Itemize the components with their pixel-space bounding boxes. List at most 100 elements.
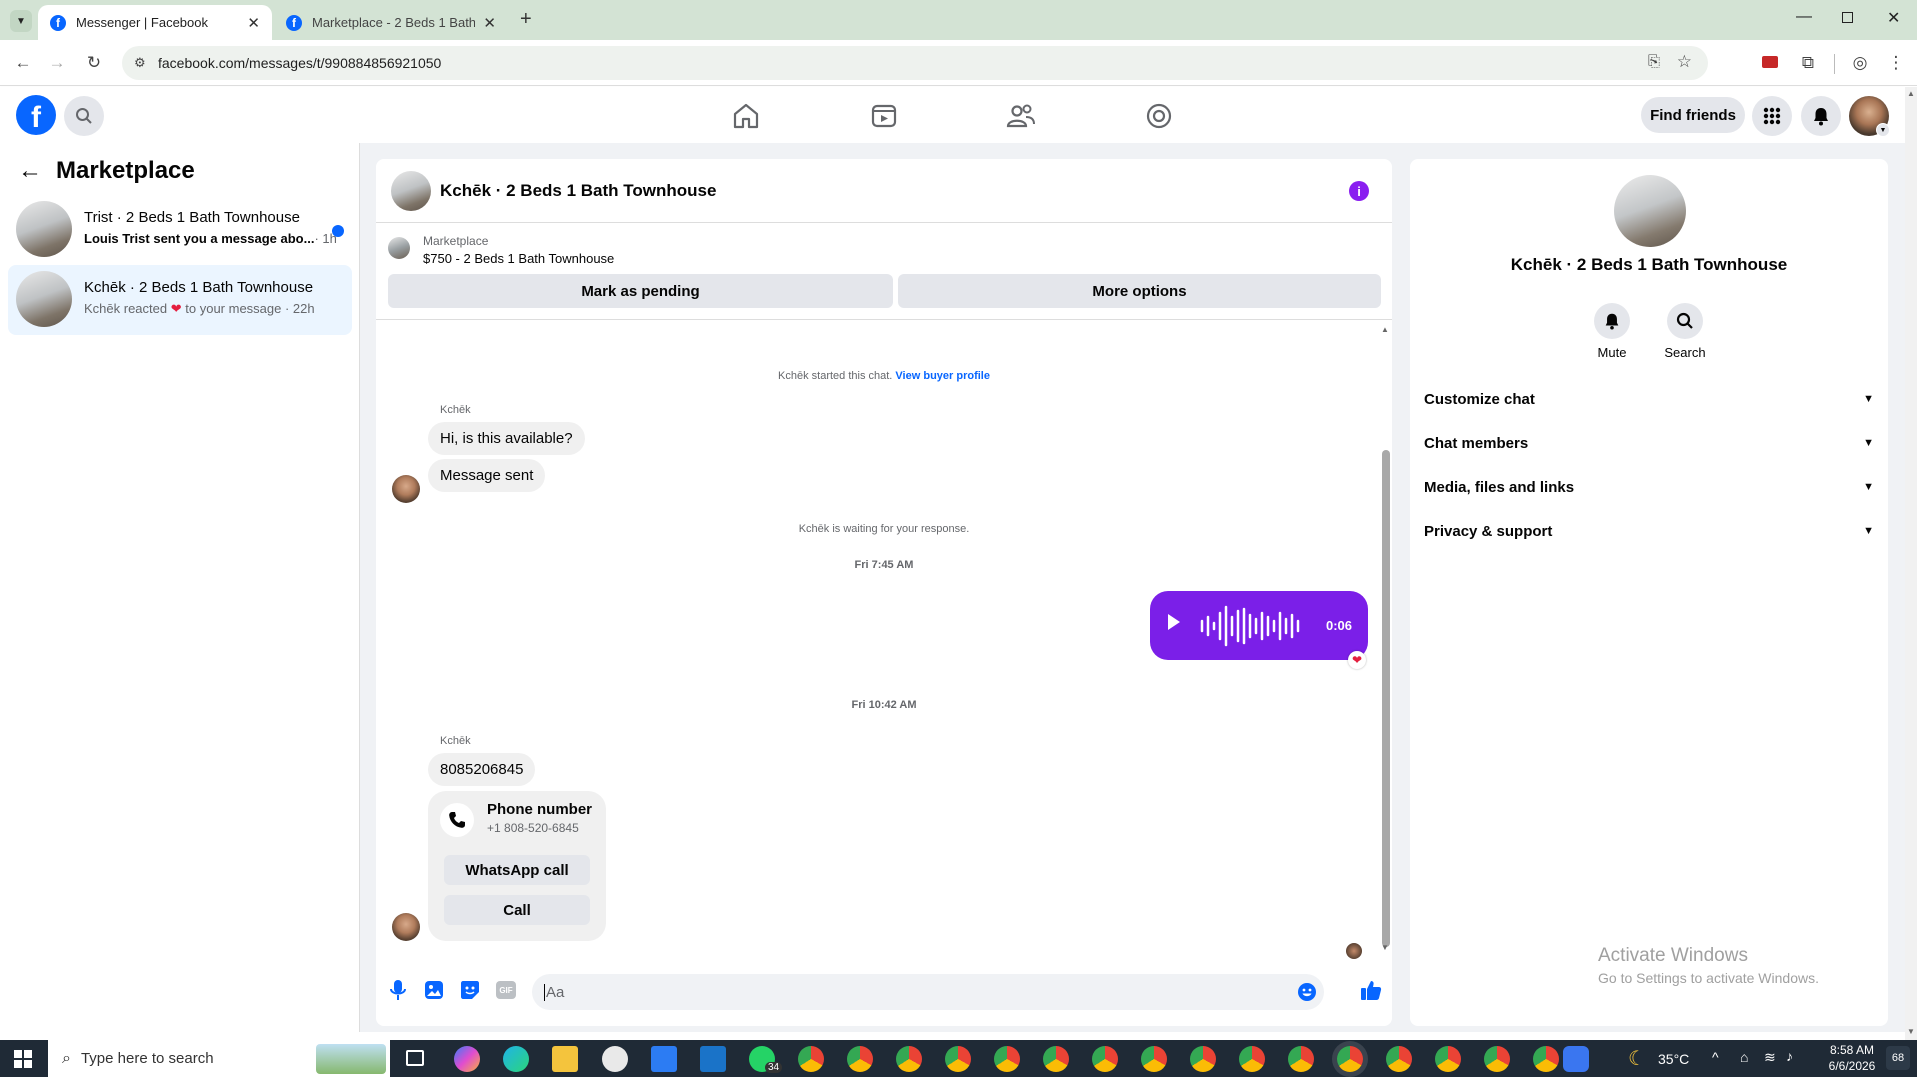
mail-icon[interactable] — [700, 1046, 726, 1072]
back-icon[interactable]: ← — [12, 52, 34, 74]
back-arrow-icon[interactable]: ← — [18, 157, 42, 185]
whatsapp-call-button[interactable]: WhatsApp call — [444, 855, 590, 885]
temperature[interactable]: 35°C — [1658, 1051, 1689, 1067]
page-scrollbar[interactable]: ▲ ▼ — [1905, 87, 1917, 1040]
search-button[interactable] — [64, 96, 104, 136]
conversation-item-kchek[interactable]: Kchēk · 2 Beds 1 Bath Townhouse Kchēk re… — [8, 265, 352, 335]
close-window-icon[interactable]: ✕ — [1887, 8, 1900, 28]
voice-message-bubble[interactable]: 0:06 — [1150, 591, 1368, 660]
view-buyer-profile-link[interactable]: View buyer profile — [895, 370, 990, 382]
chrome-menu-icon[interactable]: ⋮ — [1885, 52, 1907, 74]
tab-messenger[interactable]: f Messenger | Facebook ✕ — [38, 5, 272, 40]
chrome-icon[interactable] — [1141, 1046, 1167, 1072]
chrome-icon[interactable] — [1239, 1046, 1265, 1072]
copilot-icon[interactable] — [454, 1046, 480, 1072]
emoji-icon[interactable] — [1297, 982, 1317, 1002]
notifications-button[interactable] — [1801, 96, 1841, 136]
chrome-icon[interactable] — [1288, 1046, 1314, 1072]
like-thumbs-up-icon[interactable] — [1360, 979, 1382, 1001]
microphone-icon[interactable] — [388, 979, 408, 1001]
photo-icon[interactable] — [424, 980, 444, 1000]
chrome-icon[interactable] — [1043, 1046, 1069, 1072]
search-in-chat-button[interactable]: Search — [1660, 303, 1710, 360]
signal-app-icon[interactable] — [1563, 1046, 1589, 1072]
friends-nav-icon[interactable] — [1004, 99, 1038, 133]
gif-icon[interactable]: GIF — [496, 981, 516, 999]
notification-center-icon[interactable]: 68 — [1886, 1046, 1910, 1070]
account-chevron-icon[interactable]: ▼ — [1876, 123, 1890, 137]
more-options-button[interactable]: More options — [898, 274, 1381, 308]
find-friends-button[interactable]: Find friends — [1641, 97, 1745, 133]
customize-chat-section[interactable]: Customize chat ▼ — [1424, 381, 1874, 417]
play-icon[interactable] — [1168, 614, 1180, 630]
scroll-thumb[interactable] — [1382, 450, 1390, 947]
task-view-icon[interactable] — [406, 1050, 424, 1066]
paint-icon[interactable] — [602, 1046, 628, 1072]
file-explorer-icon[interactable] — [552, 1046, 578, 1072]
chat-scrollbar[interactable]: ▲ ▼ — [1380, 325, 1390, 953]
site-info-icon[interactable]: ⚙ — [134, 55, 146, 71]
scroll-down-arrow-icon[interactable]: ▼ — [1381, 943, 1389, 952]
extension-red-icon[interactable] — [1762, 56, 1778, 68]
sender-avatar[interactable] — [392, 913, 420, 941]
clock[interactable]: 8:58 AM 6/6/2026 — [1812, 1042, 1892, 1074]
scroll-down-arrow-icon[interactable]: ▼ — [1907, 1027, 1915, 1036]
message-bubble[interactable]: 8085206845 — [428, 753, 536, 786]
show-hidden-icons-icon[interactable]: ^ — [1712, 1049, 1719, 1065]
chat-title[interactable]: Kchēk · 2 Beds 1 Bath Townhouse — [440, 181, 716, 201]
forward-icon[interactable]: → — [46, 52, 68, 74]
chat-listing-avatar[interactable] — [391, 171, 431, 211]
menu-button[interactable] — [1752, 96, 1792, 136]
message-input[interactable]: Aa — [532, 974, 1324, 1010]
weather-moon-icon[interactable]: ☾ — [1628, 1046, 1646, 1071]
chrome-active-icon[interactable] — [1337, 1046, 1363, 1072]
message-bubble[interactable]: Hi, is this available? — [428, 422, 585, 455]
sticker-icon[interactable] — [460, 980, 480, 1000]
volume-icon[interactable]: ♪ — [1786, 1048, 1793, 1064]
reload-icon[interactable]: ↻ — [83, 52, 105, 74]
profile-icon[interactable]: ◎ — [1849, 52, 1871, 74]
chrome-gmail-icon[interactable] — [798, 1046, 824, 1072]
facebook-logo-icon[interactable]: f — [16, 95, 56, 135]
mark-as-pending-button[interactable]: Mark as pending — [388, 274, 893, 308]
close-tab-icon[interactable]: ✕ — [247, 14, 260, 32]
home-nav-icon[interactable] — [729, 99, 763, 133]
extensions-puzzle-icon[interactable]: ⧉ — [1797, 52, 1819, 74]
chrome-icon[interactable] — [847, 1046, 873, 1072]
chrome-icon[interactable] — [1092, 1046, 1118, 1072]
tab-search-chevron-icon[interactable]: ▼ — [10, 10, 32, 32]
restore-icon[interactable] — [1842, 12, 1853, 23]
chrome-icon[interactable] — [896, 1046, 922, 1072]
mute-button[interactable]: Mute — [1592, 303, 1632, 360]
tab-marketplace[interactable]: f Marketplace - 2 Beds 1 Bath To ✕ — [274, 5, 508, 40]
new-tab-icon[interactable]: + — [520, 8, 532, 31]
minimize-icon[interactable]: — — [1796, 8, 1812, 26]
conversation-item-trist[interactable]: Trist · 2 Beds 1 Bath Townhouse Louis Tr… — [8, 195, 352, 265]
store-icon[interactable] — [651, 1046, 677, 1072]
windows-start-icon[interactable] — [14, 1050, 32, 1068]
chrome-icon[interactable] — [994, 1046, 1020, 1072]
call-button[interactable]: Call — [444, 895, 590, 925]
gaming-nav-icon[interactable] — [1142, 99, 1176, 133]
network-icon[interactable]: ⌂ — [1740, 1049, 1748, 1065]
chat-members-section[interactable]: Chat members ▼ — [1424, 425, 1874, 461]
chrome-icon[interactable] — [1484, 1046, 1510, 1072]
chrome-icon[interactable] — [945, 1046, 971, 1072]
scroll-up-arrow-icon[interactable]: ▲ — [1907, 89, 1915, 98]
privacy-support-section[interactable]: Privacy & support ▼ — [1424, 513, 1874, 549]
edge-icon[interactable] — [503, 1046, 529, 1072]
heart-reaction-icon[interactable]: ❤ — [1348, 651, 1366, 669]
chrome-icon[interactable] — [1190, 1046, 1216, 1072]
scroll-up-arrow-icon[interactable]: ▲ — [1381, 325, 1389, 334]
chrome-icon[interactable] — [1435, 1046, 1461, 1072]
sender-avatar[interactable] — [392, 475, 420, 503]
taskbar-search-box[interactable]: ⌕ Type here to search — [48, 1040, 390, 1077]
message-bubble[interactable]: Message sent — [428, 459, 546, 492]
details-avatar[interactable] — [1614, 175, 1686, 247]
address-bar[interactable]: ⚙ facebook.com/messages/t/99088485692105… — [122, 46, 1708, 80]
install-app-icon[interactable]: ⎘ — [1648, 53, 1660, 70]
bookmark-star-icon[interactable]: ☆ — [1677, 52, 1692, 72]
media-files-links-section[interactable]: Media, files and links ▼ — [1424, 469, 1874, 505]
chrome-icon[interactable] — [1386, 1046, 1412, 1072]
close-tab-icon[interactable]: ✕ — [483, 14, 496, 32]
